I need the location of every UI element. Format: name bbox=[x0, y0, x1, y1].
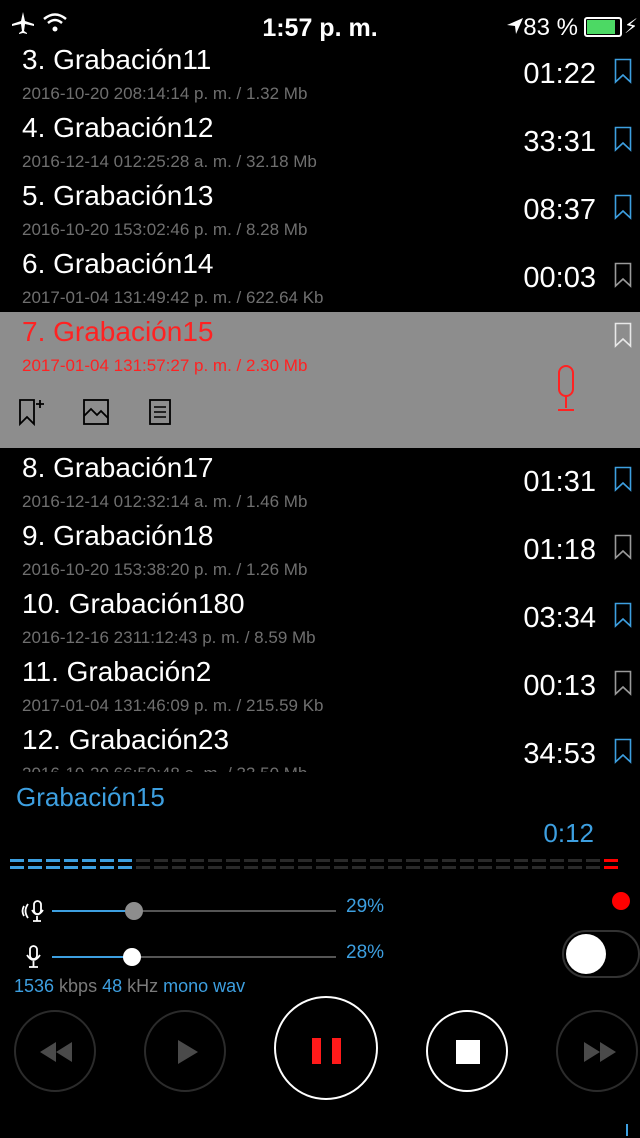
notes-icon[interactable] bbox=[148, 398, 172, 426]
sample-rate: 48 bbox=[102, 976, 123, 996]
bookmark-icon[interactable] bbox=[614, 262, 632, 288]
bookmark-icon[interactable] bbox=[614, 322, 632, 348]
recording-meta: 2016-10-20 66:50:48 a. m. / 33.50 Mb bbox=[22, 764, 307, 772]
bookmark-icon[interactable] bbox=[614, 670, 632, 696]
stop-button[interactable] bbox=[426, 1010, 508, 1092]
input-gain-track[interactable] bbox=[52, 910, 336, 912]
mic-level-track[interactable] bbox=[52, 956, 336, 958]
recording-duration: 01:31 bbox=[523, 466, 596, 498]
recording-row[interactable]: 8. Grabación17 2016-12-14 012:32:14 a. m.… bbox=[0, 448, 640, 516]
mic-level-knob[interactable] bbox=[123, 948, 141, 966]
bookmark-icon[interactable] bbox=[614, 738, 632, 764]
selected-recording-row[interactable]: 7. Grabación15 2017-01-04 131:57:27 p. m.… bbox=[0, 312, 640, 448]
recording-mic-icon bbox=[551, 364, 581, 419]
status-bar: 1:57 p. m. 83 % ⚡ bbox=[0, 0, 640, 42]
recording-row[interactable]: 3. Grabación11 2016-10-20 208:14:14 p. m.… bbox=[0, 40, 640, 108]
recording-meta: 2016-12-14 012:32:14 a. m. / 1.46 Mb bbox=[22, 492, 308, 511]
recording-title: 11. Grabación2 bbox=[22, 656, 212, 687]
image-icon[interactable] bbox=[82, 398, 110, 426]
play-button[interactable] bbox=[144, 1010, 226, 1092]
container: wav bbox=[213, 976, 246, 996]
recording-duration: 00:13 bbox=[523, 670, 596, 702]
recording-meta: 2017-01-04 131:57:27 p. m. / 2.30 Mb bbox=[22, 356, 308, 375]
recordings-list[interactable]: 3. Grabación11 2016-10-20 208:14:14 p. m.… bbox=[0, 40, 640, 772]
bitrate-unit: kbps bbox=[54, 976, 103, 996]
bookmark-icon[interactable] bbox=[614, 534, 632, 560]
recording-duration: 01:22 bbox=[523, 58, 596, 90]
stop-icon bbox=[456, 1040, 480, 1064]
fast-forward-icon bbox=[584, 1042, 616, 1062]
recording-row[interactable]: 10. Grabación180 2016-12-16 2311:12:43 p.… bbox=[0, 584, 640, 652]
rewind-icon bbox=[40, 1042, 72, 1062]
play-icon bbox=[178, 1040, 198, 1064]
recording-row[interactable]: 12. Grabación23 2016-10-20 66:50:48 a. m.… bbox=[0, 720, 640, 772]
recording-row[interactable]: 6. Grabación14 2017-01-04 131:49:42 p. m.… bbox=[0, 244, 640, 312]
fast-forward-button[interactable] bbox=[556, 1010, 638, 1092]
mic-icon bbox=[26, 945, 41, 968]
recording-title: 12. Grabación23 bbox=[22, 724, 230, 755]
input-gain-knob[interactable] bbox=[125, 902, 143, 920]
now-playing-title: Grabación15 bbox=[16, 782, 165, 812]
recording-title: 4. Grabación12 bbox=[22, 112, 214, 143]
input-gain-slider-row: 29% bbox=[16, 896, 406, 926]
recording-meta: 2016-12-16 2311:12:43 p. m. / 8.59 Mb bbox=[22, 628, 316, 647]
recording-indicator bbox=[612, 892, 630, 910]
recording-row[interactable]: 4. Grabación12 2016-12-14 012:25:28 a. m.… bbox=[0, 108, 640, 176]
battery-percent: 83 % bbox=[523, 14, 578, 41]
recording-duration: 01:18 bbox=[523, 534, 596, 566]
recording-duration: 03:34 bbox=[523, 602, 596, 634]
recording-title: 10. Grabación180 bbox=[22, 588, 245, 619]
recording-title: 3. Grabación11 bbox=[22, 44, 212, 75]
recording-row[interactable]: 9. Grabación18 2016-10-20 153:38:20 p. m.… bbox=[0, 516, 640, 584]
rewind-button[interactable] bbox=[14, 1010, 96, 1092]
scroll-indicator bbox=[626, 1124, 628, 1136]
recording-title: 5. Grabación13 bbox=[22, 180, 214, 211]
pause-icon bbox=[312, 1038, 341, 1064]
recording-meta: 2017-01-04 131:49:42 p. m. / 622.64 Kb bbox=[22, 288, 324, 307]
battery-icon bbox=[584, 17, 622, 37]
location-icon bbox=[507, 18, 523, 34]
monitor-toggle[interactable] bbox=[562, 930, 640, 978]
bookmark-icon[interactable] bbox=[614, 126, 632, 152]
format-info: 1536 kbps 48 kHz mono wav bbox=[14, 976, 245, 997]
input-gain-value: 29% bbox=[346, 896, 385, 917]
bookmark-add-icon[interactable] bbox=[18, 398, 46, 428]
mic-level-value: 28% bbox=[346, 942, 385, 963]
recording-meta: 2016-12-14 012:25:28 a. m. / 32.18 Mb bbox=[22, 152, 317, 171]
bookmark-icon[interactable] bbox=[614, 58, 632, 84]
recording-title: 9. Grabación18 bbox=[22, 520, 214, 551]
recording-meta: 2016-10-20 153:02:46 p. m. / 8.28 Mb bbox=[22, 220, 308, 239]
recording-title: 6. Grabación14 bbox=[22, 248, 214, 279]
recording-meta: 2016-10-20 153:38:20 p. m. / 1.26 Mb bbox=[22, 560, 308, 579]
bookmark-icon[interactable] bbox=[614, 466, 632, 492]
recording-row[interactable]: 11. Grabación2 2017-01-04 131:46:09 p. m.… bbox=[0, 652, 640, 720]
pause-button[interactable] bbox=[274, 996, 378, 1100]
bitrate: 1536 bbox=[14, 976, 55, 996]
recording-title: 7. Grabación15 bbox=[22, 316, 214, 347]
recording-meta: 2016-10-20 208:14:14 p. m. / 1.32 Mb bbox=[22, 84, 308, 103]
recording-meta: 2017-01-04 131:46:09 p. m. / 215.59 Kb bbox=[22, 696, 324, 715]
elapsed-time: 0:12 bbox=[543, 818, 594, 848]
mic-level-slider-row: 28% bbox=[16, 942, 406, 972]
bookmark-icon[interactable] bbox=[614, 602, 632, 628]
gain-mic-icon bbox=[21, 900, 44, 922]
recording-row[interactable]: 5. Grabación13 2016-10-20 153:02:46 p. m.… bbox=[0, 176, 640, 244]
recording-duration: 08:37 bbox=[523, 194, 596, 226]
recording-duration: 00:03 bbox=[523, 262, 596, 294]
recording-title: 8. Grabación17 bbox=[22, 452, 214, 483]
sample-rate-unit: kHz bbox=[122, 976, 164, 996]
progress-bar[interactable] bbox=[0, 856, 640, 872]
recording-duration: 34:53 bbox=[523, 738, 596, 770]
recording-duration: 33:31 bbox=[523, 126, 596, 158]
channels: mono bbox=[163, 976, 209, 996]
bookmark-icon[interactable] bbox=[614, 194, 632, 220]
bolt-icon: ⚡ bbox=[623, 16, 638, 38]
